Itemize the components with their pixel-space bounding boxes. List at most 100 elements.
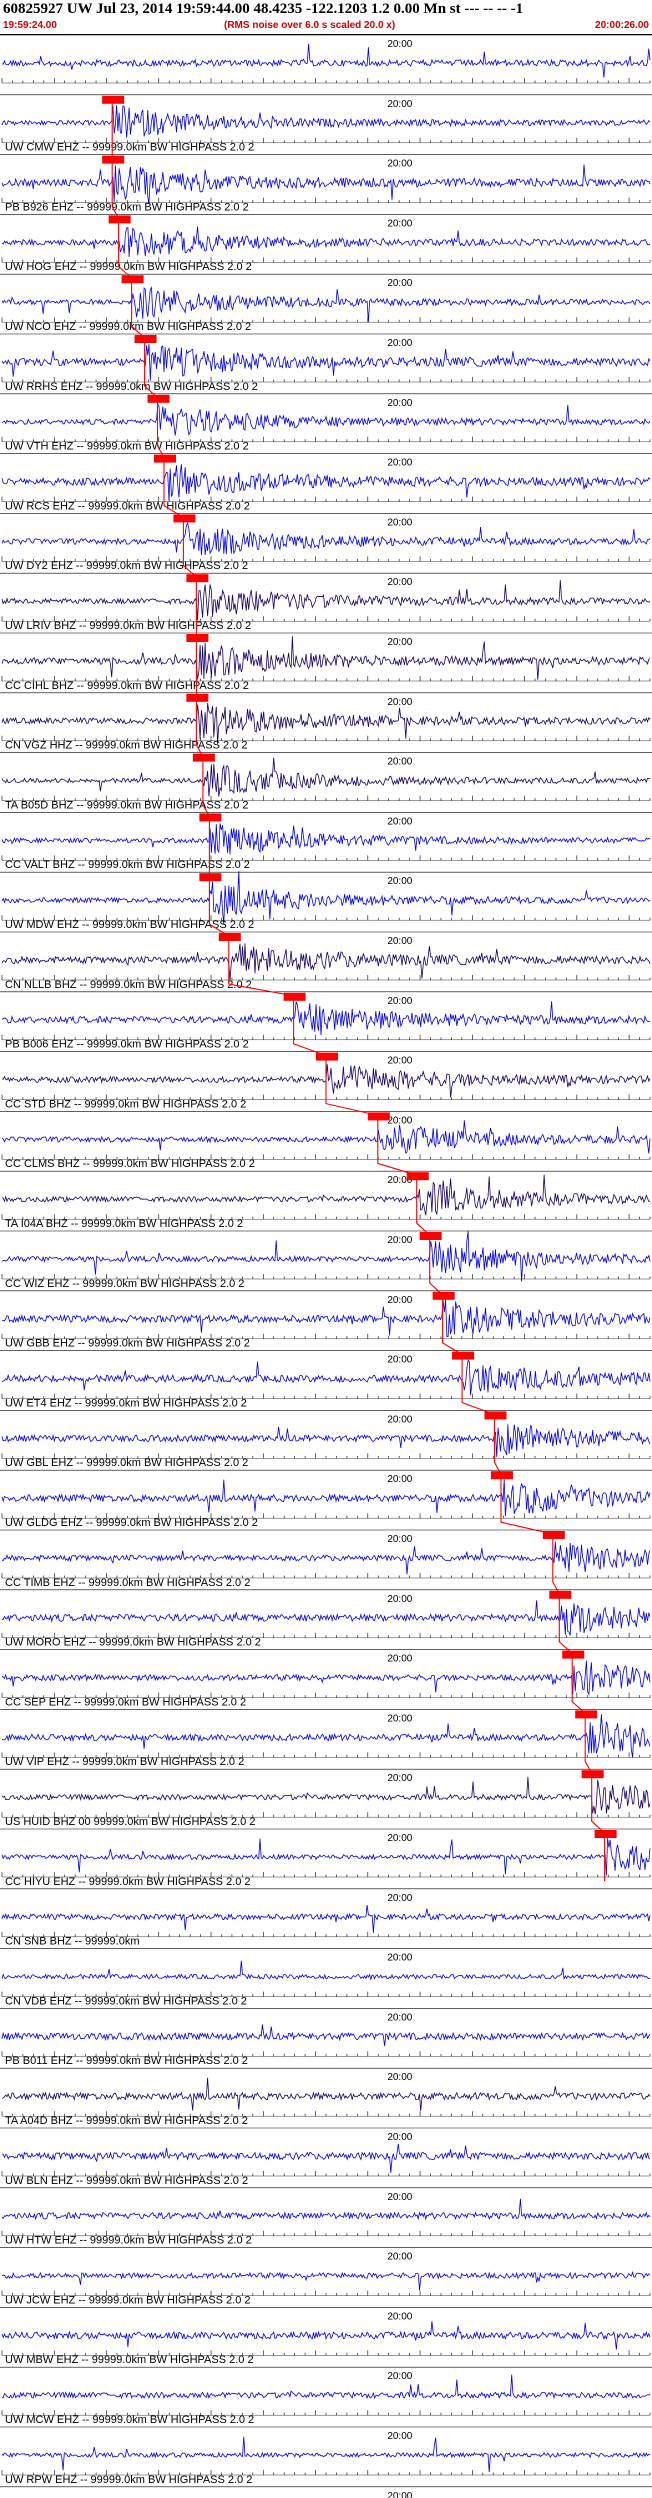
trace-row: 20:00 UW GLDG EHZ -- 99999.0km BW HIGHPAS…: [0, 1469, 652, 1529]
waveform-trace: [1, 757, 651, 797]
trace-row: 20:00 CC TIMB EHZ -- 99999.0km BW HIGHPAS…: [0, 1529, 652, 1589]
pick-marker: [173, 514, 196, 523]
trace-row: 20:00 UW BLN EHZ -- 99999.0km BW HIGHPASS…: [0, 2127, 652, 2187]
pick-marker: [199, 813, 222, 822]
pick-marker: [452, 1351, 475, 1360]
station-label: UW HTW EHZ -- 99999.0km BW HIGHPASS 2.0 …: [5, 2235, 252, 2247]
pick-marker: [316, 1052, 338, 1061]
trace-row: 20:00 UW MCW EHZ -- 99999.0km BW HIGHPASS…: [0, 2366, 652, 2426]
start-time: 19:59:24.00: [3, 20, 57, 31]
event-title: 60825927 UW Jul 23, 2014 19:59:44.00 48.…: [3, 1, 524, 17]
trace-row: 20:00 CC HIYU EHZ -- 99999.0km BW HIGHPAS…: [0, 1828, 652, 1888]
time-tick-label: 20:00: [387, 1295, 412, 1306]
time-tick-label: 20:00: [387, 517, 412, 528]
time-tick-label: 20:00: [387, 996, 412, 1007]
pick-marker: [108, 215, 131, 224]
time-tick-label: 20:00: [387, 2072, 412, 2083]
waveform-trace: [1, 1299, 651, 1338]
waveform-trace: [1, 1838, 651, 1876]
station-label: CN SNB BHZ -- 99999.0km: [5, 1936, 139, 1948]
trace-row: 20:00UW MDW EHZ -- 99999.0km BW HIGHPASS…: [0, 871, 652, 931]
time-tick-label: 20:00: [387, 1713, 412, 1724]
pick-marker: [186, 634, 209, 642]
trace-row: 20:00 PB B006 EHZ -- 99999.0km BW HIGHPAS…: [0, 991, 652, 1051]
time-tick-label: 20:00: [387, 577, 412, 588]
station-label: UW VTH EHZ -- 99999.0km BW HIGHPASS 2.0 …: [5, 441, 249, 453]
station-label: US HUID BHZ 00 99999.0km BW HIGHPASS 2.0…: [5, 1816, 255, 1828]
waveform-trace: [1, 403, 651, 436]
waveform-trace: [1, 1776, 651, 1815]
waveform-trace: [1, 580, 651, 621]
waveform-trace: [1, 1424, 651, 1457]
time-tick-label: 20:00: [387, 1833, 412, 1844]
trace-row: 20:00 CC VALT BHZ -- 99999.0km BW HIGHPAS…: [0, 812, 652, 871]
time-tick-label: 20:00: [387, 99, 412, 110]
waveform-trace: [1, 1660, 651, 1696]
pick-marker: [102, 155, 125, 164]
trace-row: 20:00 US HUID BHZ 00 99999.0km BW HIGHPAS…: [0, 1768, 652, 1828]
waveform-trace: [1, 2436, 651, 2473]
waveform-trace: [1, 2321, 651, 2350]
pick-marker: [192, 753, 215, 762]
pick-marker: [419, 1232, 442, 1240]
station-label: TA B05D BHZ -- 99999.0km BW HIGHPASS 2.0…: [5, 799, 249, 811]
time-tick-label: 20:00: [387, 1056, 412, 1067]
station-label: UW BLN EHZ -- 99999.0km BW HIGHPASS 2.0 …: [5, 2175, 248, 2187]
waveform-trace: [1, 1001, 651, 1036]
station-label: CN VDB EHZ -- 99999.0km BW HIGHPASS 2.0 …: [5, 1995, 247, 2007]
waveform-trace: [1, 464, 651, 501]
trace-row: 20:00 CC SEP EHZ -- 99999.0km BW HIGHPASS…: [0, 1649, 652, 1708]
waveform-trace: [1, 2374, 651, 2400]
waveform-trace: [1, 1904, 651, 1933]
pick-marker: [147, 394, 170, 403]
pick-marker: [283, 992, 306, 1001]
station-label: UW DY2 EHZ -- 99999.0km BW HIGHPASS 2.0 …: [5, 560, 248, 572]
trace-row: 20:00 UW CMW EHZ -- 99999.0km BW HIGHPASS…: [0, 94, 652, 154]
trace-row: 20:00 UW JCW EHZ -- 99999.0km BW HIGHPASS…: [0, 2247, 652, 2306]
trace-row: 20:00 UW MBW EHZ -- 99999.0km BW HIGHPASS…: [0, 2307, 652, 2366]
trace-row: 20:00 CC CIHL BHZ -- 99999.0km BW HIGHPAS…: [0, 632, 652, 692]
trace-row: 20:00 UW VTH EHZ -- 99999.0km BW HIGHPASS…: [0, 393, 652, 453]
waveform-trace: [1, 1714, 651, 1758]
time-tick-label: 20:00: [387, 816, 412, 827]
waveform-trace: [1, 2024, 651, 2047]
time-tick-label: 20:00: [387, 2491, 412, 2498]
station-label: UW RPW EHZ -- 99999.0km BW HIGHPASS 2.0 …: [5, 2474, 252, 2486]
trace-row: 20:00 UW HOG EHZ -- 99999.0km BW HIGHPASS…: [0, 214, 652, 273]
waveform-trace: [1, 2077, 651, 2111]
station-label: PB B926 EHZ -- 99999.0km BW HIGHPASS 2.0…: [5, 201, 249, 213]
time-tick-label: 20:00: [387, 2252, 412, 2263]
pick-marker: [581, 1770, 604, 1779]
time-tick-label: 20:00: [387, 1893, 412, 1904]
station-label: CN NLLB BHZ -- 99999.0km BW HIGHPASS 2.0…: [5, 979, 252, 991]
end-time: 20:00:26.00: [595, 20, 649, 31]
pick-marker: [549, 1590, 572, 1599]
station-label: UW RCS EHZ -- 99999.0km BW HIGHPASS 2.0 …: [5, 500, 250, 512]
trace-row: 20:00 UW RPW EHZ -- 99999.0km BW HIGHPASS…: [0, 2426, 652, 2486]
station-label: UW LRIV BHZ -- 99999.0km BW HIGHPASS 2.0…: [5, 620, 251, 632]
waveform-trace: [1, 1960, 651, 1981]
trace-row: 20:00 TA A04D BHZ -- 99999.0km BW HIGHPAS…: [0, 2067, 652, 2127]
waveform-trace: [1, 2271, 651, 2291]
station-label: TA A04D BHZ -- 99999.0km BW HIGHPASS 2.0…: [5, 2115, 248, 2127]
pick-marker: [134, 335, 157, 343]
time-tick-label: 20:00: [387, 936, 412, 947]
waveform-trace: [1, 1231, 651, 1282]
trace-row: 20:00 UW LRIV BHZ -- 99999.0km BW HIGHPAS…: [0, 572, 652, 632]
station-label: UW RRHS EHZ -- 99999.0km BW HIGHPASS 2.0…: [5, 381, 258, 393]
station-label: CC WIZ EHZ -- 99999.0km BW HIGHPASS 2.0 …: [5, 1278, 244, 1290]
time-tick-label: 20:00: [387, 1474, 412, 1485]
station-label: CC SEP EHZ -- 99999.0km BW HIGHPASS 2.0 …: [5, 1696, 246, 1708]
time-tick-label: 20:00: [387, 398, 412, 409]
station-label: CN VGZ HHZ -- 99999.0km BW HIGHPASS 2.0 …: [5, 740, 247, 752]
time-tick-label: 20:00: [387, 458, 412, 469]
waveform-trace: [1, 43, 651, 78]
rms-note: (RMS noise over 6.0 s scaled 20.0 x): [224, 20, 396, 31]
station-label: CC CLMS BHZ -- 99999.0km BW HIGHPASS 2.0…: [5, 1158, 255, 1170]
waveform-trace: [1, 1174, 651, 1216]
time-tick-label: 20:00: [387, 876, 412, 887]
trace-row: 20:00 PB B926 EHZ -- 99999.0km BW HIGHPAS…: [0, 154, 652, 213]
station-label: CC HIYU EHZ -- 99999.0km BW HIGHPASS 2.0…: [5, 1876, 251, 1888]
waveform-trace: [1, 344, 651, 381]
station-label: UW VIP EHZ -- 99999.0km BW HIGHPASS 2.0 …: [5, 1756, 244, 1768]
